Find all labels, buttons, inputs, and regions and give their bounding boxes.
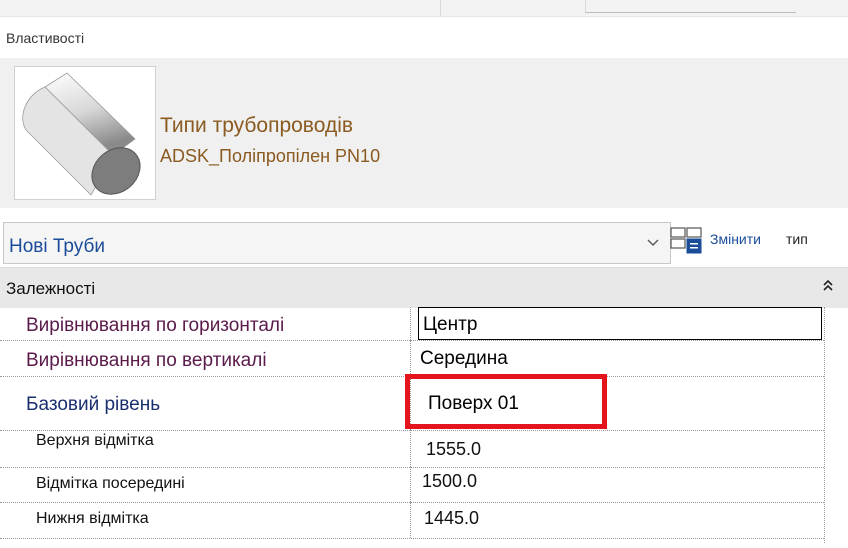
property-value[interactable]: 1555.0 (426, 439, 481, 460)
property-value-field[interactable]: Центр (418, 307, 822, 340)
property-name: Базовий рівень (26, 394, 161, 415)
collapse-icon[interactable] (822, 278, 834, 297)
type-header: Типи трубопроводів ADSK_Поліпропілен PN1… (0, 58, 848, 208)
property-value: Центр (423, 314, 478, 335)
type-selector-dropdown[interactable]: Нові Труби (3, 222, 671, 264)
edit-type-label: Змінити (710, 231, 761, 247)
highlight-annotation (405, 374, 607, 429)
property-value[interactable]: 1445.0 (424, 508, 479, 529)
grid-right-border (824, 307, 825, 543)
toolbar-divider (440, 0, 441, 16)
property-row[interactable]: Вирівнювання по вертикалі Середина (0, 340, 824, 377)
toolbar-segment[interactable] (585, 0, 796, 13)
property-name: Вирівнювання по горизонталі (26, 315, 285, 336)
property-name: Нижня відмітка (36, 510, 149, 527)
edit-type-button[interactable]: Змінити тип (668, 216, 848, 262)
column-divider (410, 340, 411, 376)
pipe-cylinder-icon (14, 66, 156, 200)
group-label: Залежності (6, 279, 96, 298)
property-row[interactable]: Нижня відмітка 1445.0 (0, 502, 824, 539)
type-selector-row: Нові Труби Змінити тип (0, 214, 848, 264)
edit-type-suffix: тип (786, 231, 808, 247)
property-name: Верхня відмітка (36, 432, 154, 449)
property-row[interactable]: Верхня відмітка 1555.0 (0, 430, 824, 468)
property-name: Вирівнювання по вертикалі (26, 350, 267, 371)
property-value[interactable]: 1500.0 (422, 471, 477, 492)
edit-type-icon (670, 226, 706, 261)
group-header-constraints[interactable]: Залежності (0, 267, 848, 308)
column-divider (410, 467, 411, 502)
property-value[interactable]: Середина (420, 348, 508, 370)
type-family-name: Типи трубопроводів (160, 114, 354, 137)
property-name: Відмітка посередині (36, 475, 185, 492)
column-divider (410, 502, 411, 538)
type-selector-value: Нові Труби (9, 236, 105, 257)
property-row[interactable]: Відмітка посередині 1500.0 (0, 467, 824, 503)
top-toolbar-strip (0, 0, 848, 17)
column-divider (410, 430, 411, 467)
chevron-down-icon (646, 235, 660, 253)
column-divider (410, 307, 411, 340)
type-name: ADSK_Поліпропілен PN10 (160, 146, 381, 166)
panel-title: Властивості (6, 30, 85, 46)
